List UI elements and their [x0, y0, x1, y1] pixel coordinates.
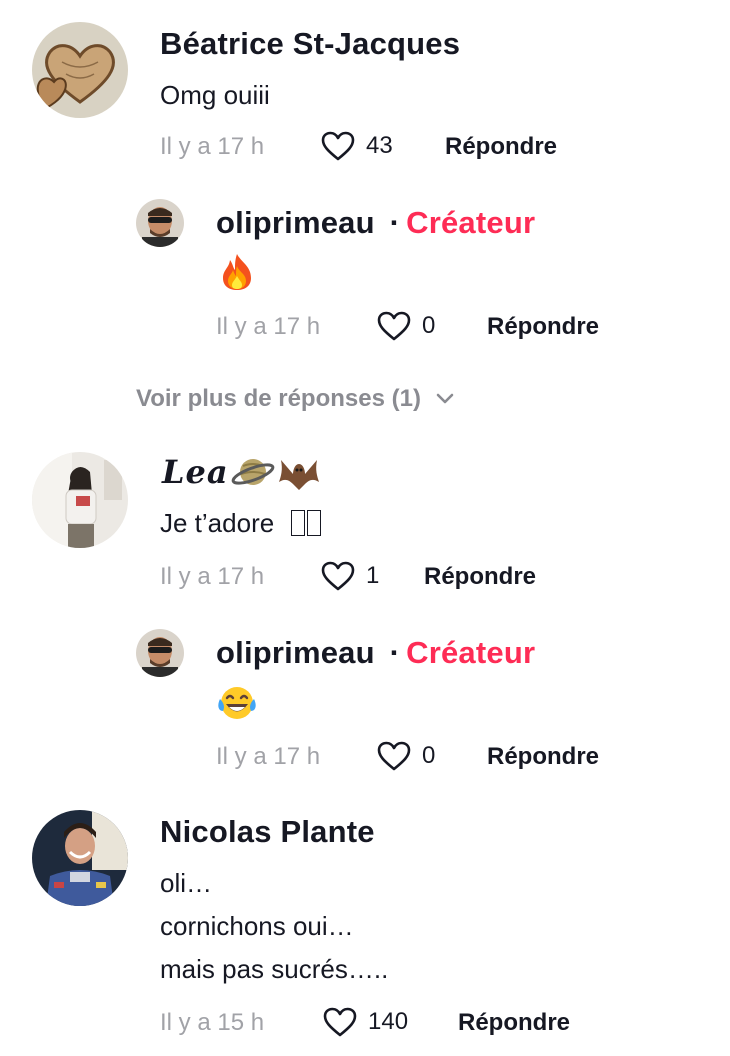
separator-dot: · [389, 635, 401, 670]
reply-button[interactable]: Répondre [458, 1009, 570, 1037]
reply-username[interactable]: oliprimeau · Créateur [216, 205, 535, 241]
comment-text: Omg ouiii [160, 80, 270, 110]
reply-timestamp: Il y a 17 h [216, 743, 321, 770]
like-button[interactable]: 0 [376, 740, 435, 772]
like-count: 0 [422, 312, 436, 339]
view-more-replies-label: Voir plus de réponses (1) [136, 385, 421, 412]
comment-text-line: mais pas sucrés….. [160, 954, 389, 984]
comment-timestamp: Il y a 15 h [160, 1009, 265, 1036]
reply-timestamp: Il y a 17 h [216, 313, 321, 340]
like-count: 43 [366, 132, 393, 159]
like-count: 0 [422, 742, 436, 769]
user-avatar[interactable] [32, 810, 128, 906]
missing-glyph-icon [307, 510, 322, 536]
comment-timestamp: Il y a 17 h [160, 133, 265, 160]
user-avatar[interactable] [32, 452, 128, 548]
comment-text-content: Je t’adore [160, 508, 275, 538]
chevron-down-icon [436, 393, 454, 404]
reply-button[interactable]: Répondre [487, 313, 599, 341]
like-button[interactable]: 1 [320, 560, 379, 592]
comment-text-line: oli… [160, 868, 213, 898]
separator-dot: · [389, 205, 401, 240]
creator-badge: Créateur [406, 635, 536, 670]
creator-avatar[interactable] [136, 629, 184, 677]
reply-button[interactable]: Répondre [424, 563, 536, 591]
reply-button[interactable]: Répondre [487, 743, 599, 771]
tears-of-joy-emoji-icon [216, 683, 258, 723]
user-avatar[interactable] [32, 22, 128, 118]
reply-username[interactable]: oliprimeau · Créateur [216, 635, 535, 671]
bat-emoji-icon [278, 460, 319, 490]
heart-icon [377, 741, 411, 771]
reply-username-text: oliprimeau [216, 205, 375, 240]
reply-button[interactable]: Répondre [445, 133, 557, 161]
comment-username[interactable]: Béatrice St-Jacques [160, 26, 460, 62]
like-count: 140 [368, 1008, 409, 1035]
like-button[interactable]: 43 [320, 130, 393, 162]
creator-badge: Créateur [406, 205, 536, 240]
heart-icon [321, 561, 355, 591]
like-button[interactable]: 0 [376, 310, 435, 342]
creator-avatar[interactable] [136, 199, 184, 247]
heart-icon [321, 131, 355, 161]
fire-emoji-icon [219, 252, 255, 292]
heart-icon [323, 1007, 357, 1037]
comment-username[interactable]: Lea [162, 452, 321, 492]
heart-icon [377, 311, 411, 341]
comment-text: Je t’adore [160, 508, 322, 539]
comment-username[interactable]: Nicolas Plante [160, 814, 375, 850]
reply-username-text: oliprimeau [216, 635, 375, 670]
comment-text-line: cornichons oui… [160, 911, 354, 941]
comment-timestamp: Il y a 17 h [160, 563, 265, 590]
ringed-planet-emoji-icon [231, 459, 274, 485]
like-count: 1 [366, 562, 380, 589]
missing-glyph-icon [291, 510, 306, 536]
like-button[interactable]: 140 [322, 1006, 408, 1038]
view-more-replies-button[interactable]: Voir plus de réponses (1) [136, 385, 455, 413]
username-text: Lea [162, 453, 229, 491]
